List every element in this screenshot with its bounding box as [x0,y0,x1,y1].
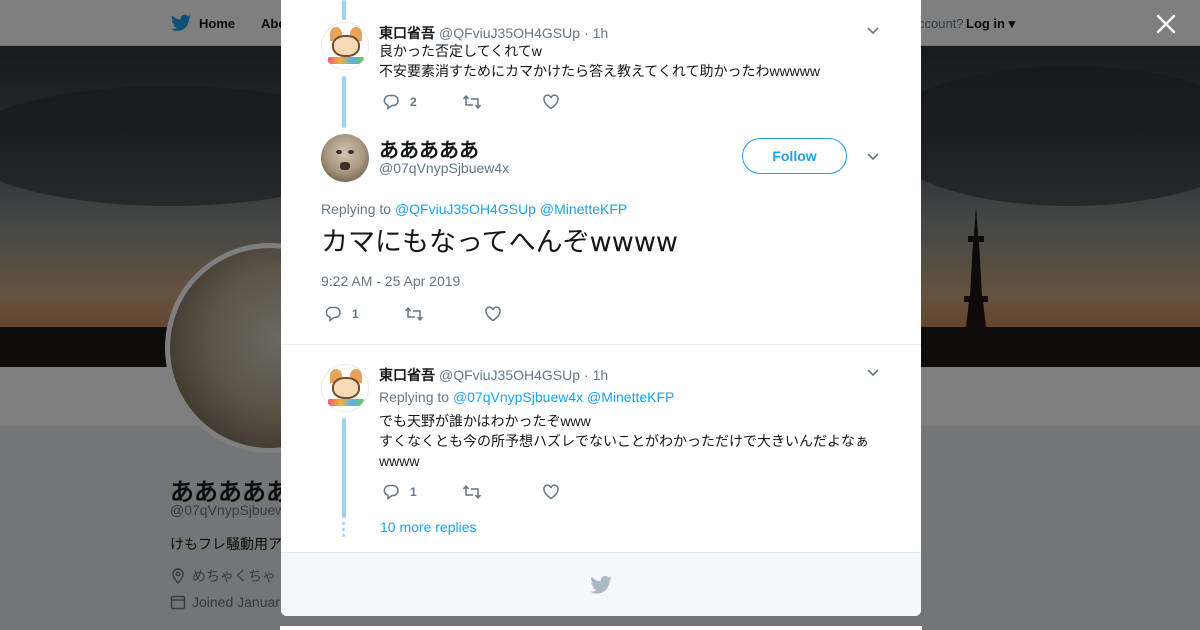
replying-prefix: Replying to [321,201,392,217]
reply-action-bar: 2 [382,93,622,111]
close-button[interactable] [1150,8,1182,40]
chevron-down-icon[interactable] [865,365,881,381]
like-button[interactable] [484,305,564,323]
chevron-down-icon[interactable] [865,23,881,39]
reply-text-line: でも天野が誰かはわかったぞwww [379,413,591,429]
reply-button[interactable]: 1 [382,483,462,501]
retweet-button[interactable] [404,305,484,323]
reply-header: 東口省吾 @QFviuJ35OH4GSUp · 1h [379,365,608,385]
retweet-icon [462,484,482,500]
reply-count: 2 [410,95,417,109]
reply-count: 1 [410,485,417,499]
reply-text-line: 不安要素消すためにカマかけたら答え教えてくれて助かったわwwwww [379,63,821,79]
thread-connector-line [342,0,346,20]
chevron-down-icon[interactable] [865,149,881,165]
replying-to-line: Replying to @QFviuJ35OH4GSUp @MinetteKFP [321,201,627,217]
reply-button[interactable]: 1 [324,305,404,323]
close-icon [1156,14,1176,34]
twitter-bird-icon [590,575,612,594]
reply-text-line: 良かった否定してくれてw [379,43,542,59]
more-replies-link[interactable]: 10 more replies [380,519,477,535]
mention-link[interactable]: @MinetteKFP [587,389,674,405]
reply-action-bar: 1 [382,483,622,501]
reply-avatar[interactable] [321,364,369,412]
reply-author-handle[interactable]: @QFviuJ35OH4GSUp [439,367,580,383]
divider [281,344,921,345]
author-name[interactable]: あああああ [379,134,479,163]
retweet-button[interactable] [462,93,542,111]
tweet-text: カマにもなってへんぞwwww [321,227,678,258]
reply-header: 東口省吾 @QFviuJ35OH4GSUp · 1h [379,23,608,43]
reply-button[interactable]: 2 [382,93,462,111]
follow-button[interactable]: Follow [742,138,847,174]
heart-icon [485,306,501,322]
mention-link[interactable]: @MinetteKFP [540,201,627,217]
reply-time[interactable]: · 1h [584,25,608,41]
reply-author-name[interactable]: 東口省吾 [379,365,435,385]
author-avatar[interactable] [321,134,369,182]
modal-next-edge [280,626,922,630]
tweet-timestamp[interactable]: 9:22 AM - 25 Apr 2019 [321,273,460,289]
heart-icon [543,484,559,500]
reply-author-name[interactable]: 東口省吾 [379,23,435,43]
tweet-action-bar: 1 [324,305,564,323]
reply-time[interactable]: · 1h [584,367,608,383]
replying-to-line: Replying to @07qVnypSjbuew4x @MinetteKFP [379,389,674,405]
more-replies-dots [342,522,346,538]
reply-avatar[interactable] [321,22,369,70]
heart-icon [543,94,559,110]
author-handle[interactable]: @07qVnypSjbuew4x [379,160,509,176]
retweet-icon [462,94,482,110]
reply-text: 良かった否定してくれてw 不安要素消すためにカマかけたら答え教えてくれて助かった… [379,41,820,81]
retweet-icon [404,306,424,322]
reply-text-line: すくなくとも今の所予想ハズレでないことがわかっただけで大きいんだよなぁ [379,433,869,449]
reply-text: でも天野が誰かはわかったぞwww すくなくとも今の所予想ハズレでないことがわかっ… [379,411,869,471]
tweet-thread-modal: 東口省吾 @QFviuJ35OH4GSUp · 1h 良かった否定してくれてw … [281,0,921,616]
reply-count: 1 [352,307,359,321]
reply-text-line: wwww [379,453,420,469]
reply-icon [383,484,399,500]
mention-link[interactable]: @QFviuJ35OH4GSUp [395,201,536,217]
reply-author-handle[interactable]: @QFviuJ35OH4GSUp [439,25,580,41]
modal-footer [281,552,921,616]
mention-link[interactable]: @07qVnypSjbuew4x [453,389,583,405]
like-button[interactable] [542,483,622,501]
reply-icon [383,94,399,110]
retweet-button[interactable] [462,483,542,501]
reply-icon [325,306,341,322]
like-button[interactable] [542,93,622,111]
replying-prefix: Replying to [379,389,450,405]
thread-connector-line [342,418,346,518]
thread-connector-line [342,76,346,128]
